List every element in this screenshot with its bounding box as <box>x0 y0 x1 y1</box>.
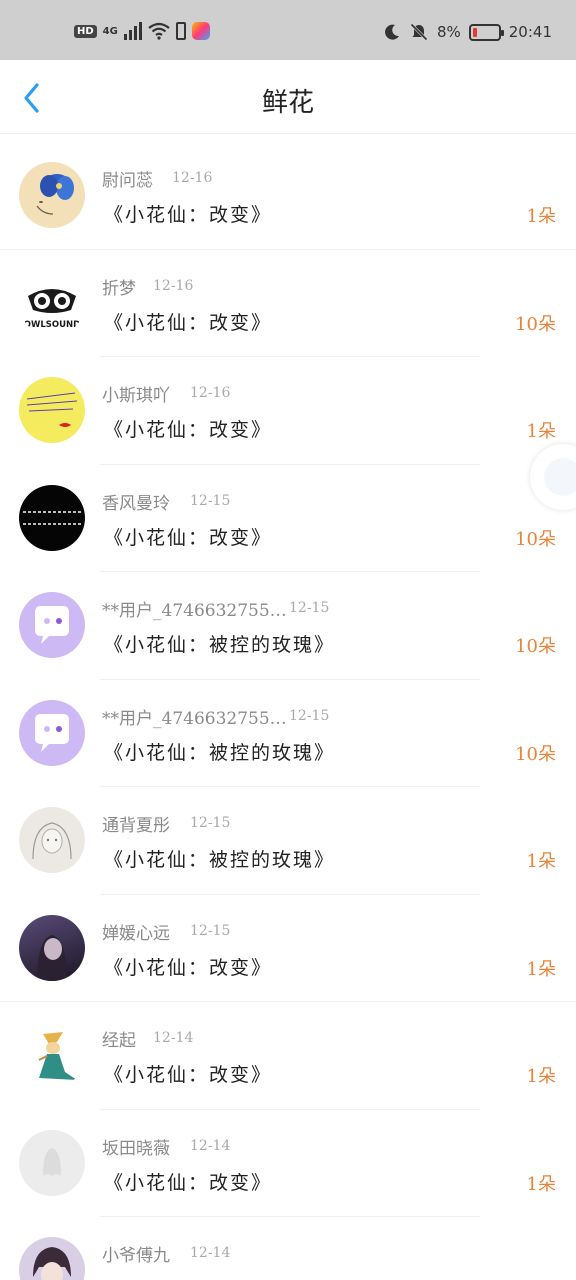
flower-count: 10朵 <box>515 743 556 765</box>
gift-date: 12-16 <box>190 385 231 401</box>
list-item[interactable]: 婵媛心远 12-15 《小花仙：改变》 1朵 <box>0 895 576 1002</box>
sketch-girl-avatar[interactable] <box>19 807 85 873</box>
sender-name: 小爷傅九 <box>102 1246 170 1266</box>
flower-count: 1朵 <box>526 851 556 872</box>
work-title: 《小花仙：改变》 <box>104 419 273 441</box>
list-item[interactable]: 小斯琪吖 12-16 《小花仙：改变》 1朵 <box>0 357 576 465</box>
owl-icon: OWLSOUND <box>24 288 80 330</box>
chat-bubble-icon <box>35 606 69 644</box>
sender-name: 坂田晓薇 <box>102 1138 170 1159</box>
status-bar-left: HD 4G <box>74 22 210 40</box>
work-title: 《小花仙：改变》 <box>104 311 273 334</box>
gift-date: 12-15 <box>190 492 231 509</box>
battery-icon <box>468 23 504 41</box>
flower-count: 1朵 <box>526 206 556 227</box>
purple-chat-avatar[interactable] <box>19 699 85 766</box>
work-title: 《小花仙：改变》 <box>104 526 273 549</box>
work-title: 《小花仙：改变》 <box>104 956 273 979</box>
handwriting-note-icon <box>26 392 78 427</box>
portrait-icon <box>37 934 67 981</box>
list-item[interactable]: OWLSOUND 折梦 12-16 《小花仙：改变》 10朵 <box>0 250 576 357</box>
flower-count: 1朵 <box>526 1066 556 1087</box>
fairy-figure-icon <box>38 1032 77 1080</box>
default-gray-avatar[interactable] <box>19 1129 85 1196</box>
hd-icon: HD <box>74 24 97 38</box>
flower-count: 10朵 <box>515 528 556 550</box>
sender-name: 通背夏彤 <box>102 816 170 836</box>
work-title: 《小花仙：被控的玫瑰》 <box>104 634 336 656</box>
owlsound-logo-avatar[interactable]: OWLSOUND <box>19 269 85 336</box>
anime-portrait-icon <box>33 1247 71 1280</box>
owlsound-logo-text: OWLSOUND <box>24 320 80 330</box>
list-item[interactable]: 通背夏彤 12-15 《小花仙：被控的玫瑰》 1朵 <box>0 787 576 895</box>
signal-icon <box>123 22 142 40</box>
text-lines-icon <box>23 510 81 525</box>
list-item[interactable]: 坂田晓薇 12-14 《小花仙：改变》 1朵 <box>0 1110 576 1217</box>
moon-icon <box>385 24 399 40</box>
figure-avatar[interactable] <box>19 1022 85 1088</box>
gift-date: 12-14 <box>190 1137 231 1154</box>
network-type: 4G <box>102 25 118 37</box>
flower-count: 10朵 <box>515 313 556 335</box>
gift-date: 12-14 <box>190 1245 231 1261</box>
gift-date: 12-16 <box>172 170 213 186</box>
sender-name: 尉问蕊 <box>102 171 153 191</box>
flower-count: 10朵 <box>515 636 556 657</box>
default-user-icon <box>43 1147 61 1176</box>
work-title: 《小花仙：改变》 <box>104 1064 273 1086</box>
blue-flower-icon <box>36 174 74 215</box>
header-bar: 鲜花 <box>0 60 576 134</box>
status-bar-right: 8% 20:41 <box>383 22 552 42</box>
gift-date: 12-15 <box>289 707 330 724</box>
yellow-note-avatar[interactable] <box>19 377 85 443</box>
sender-name: **用户_4746632755… <box>102 708 287 729</box>
floating-button-icon <box>544 458 576 496</box>
list-item[interactable]: 尉问蕊 12-16 《小花仙：改变》 1朵 <box>0 142 576 250</box>
dark-portrait-avatar[interactable] <box>19 914 85 981</box>
gift-date: 12-16 <box>153 277 194 294</box>
flower-count: 1朵 <box>526 1173 556 1195</box>
sender-name: 经起 <box>102 1031 136 1051</box>
chat-bubble-icon <box>35 713 69 752</box>
gift-date: 12-15 <box>289 600 330 616</box>
list-item[interactable]: 小爷傅九 12-14 <box>0 1217 576 1280</box>
flower-count: 1朵 <box>526 421 556 442</box>
purple-chat-avatar[interactable] <box>19 592 85 658</box>
work-title: 《小花仙：改变》 <box>104 204 273 226</box>
app-notification-icon <box>191 22 210 40</box>
black-text-avatar[interactable] <box>19 484 85 551</box>
status-bar: HD 4G 8% 20:41 <box>0 0 576 60</box>
blue-flower-girl-avatar[interactable] <box>19 162 85 228</box>
battery-percent: 8% <box>436 23 461 41</box>
sender-name: **用户_4746632755… <box>102 601 287 621</box>
flower-count: 1朵 <box>526 958 556 980</box>
sender-name: 香风曼玲 <box>102 493 170 514</box>
list-item[interactable]: **用户_4746632755… 12-15 《小花仙：被控的玫瑰》 10朵 <box>0 572 576 680</box>
work-title: 《小花仙：被控的玫瑰》 <box>104 741 336 764</box>
anime-boy-avatar[interactable] <box>19 1237 85 1280</box>
list-item[interactable]: 香风曼玲 12-15 《小花仙：改变》 10朵 <box>0 465 576 572</box>
gift-date: 12-14 <box>153 1030 194 1046</box>
work-title: 《小花仙：改变》 <box>104 1171 273 1194</box>
list-item[interactable]: 经起 12-14 《小花仙：改变》 1朵 <box>0 1002 576 1110</box>
clock: 20:41 <box>508 23 552 41</box>
sender-name: 折梦 <box>102 278 136 299</box>
flower-gift-list: 尉问蕊 12-16 《小花仙：改变》 1朵 OWLSOUND 折梦 12-16 … <box>0 142 576 1280</box>
page-title: 鲜花 <box>261 88 314 118</box>
sender-name: 小斯琪吖 <box>102 386 170 406</box>
sender-name: 婵媛心远 <box>102 923 170 944</box>
phone-battery-icon <box>175 22 186 40</box>
list-item[interactable]: **用户_4746632755… 12-15 《小花仙：被控的玫瑰》 10朵 <box>0 680 576 787</box>
gift-date: 12-15 <box>190 922 231 939</box>
wifi-icon <box>148 22 170 40</box>
work-title: 《小花仙：被控的玫瑰》 <box>104 849 336 871</box>
mute-icon <box>410 23 428 41</box>
gift-date: 12-15 <box>190 815 231 831</box>
sketch-portrait-icon <box>32 822 72 860</box>
